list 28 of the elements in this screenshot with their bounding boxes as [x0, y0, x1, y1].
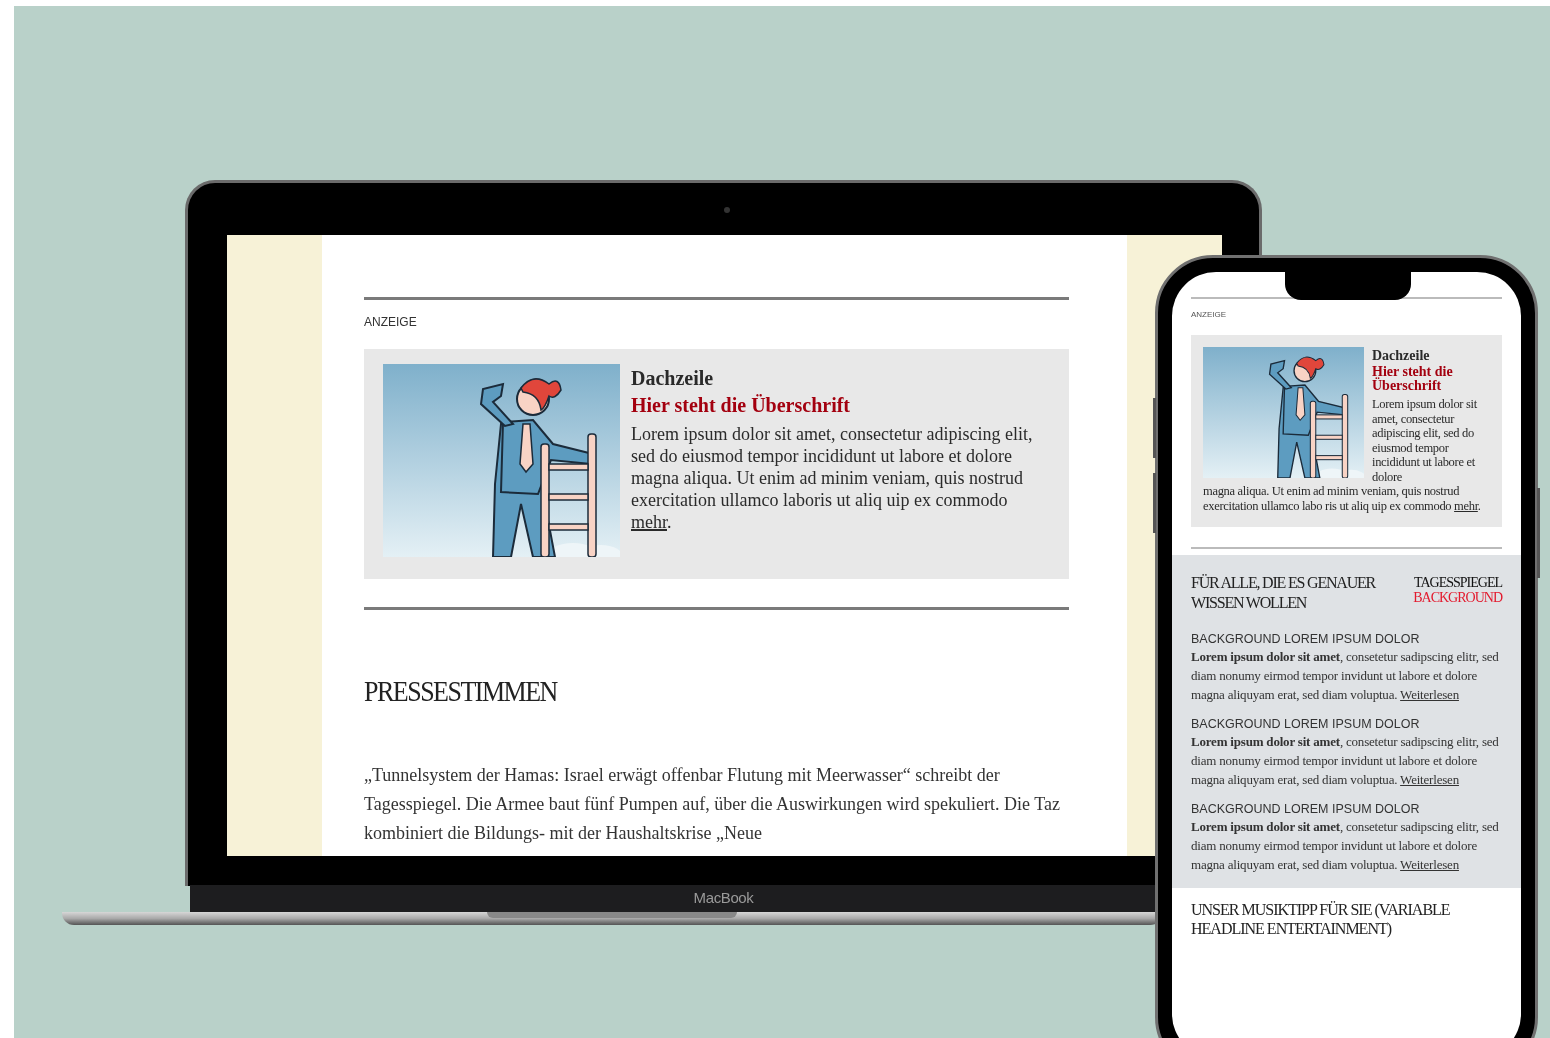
laptop-brand: MacBook [693, 888, 754, 909]
teaser-label: BACKGROUND LOREM IPSUM DOLOR [1191, 631, 1421, 647]
read-more-link[interactable]: Weiterlesen [1400, 772, 1459, 787]
press-text: „Tunnelsystem der Hamas: Israel erwägt offenbar Flutung mit Meerwasser“ schreibt der Tagesspiegel. Die Armee baut fünf Pumpen auf, über die Auswirkungen wird spekuliert. Die Taz kombiniert die Bildungs- mit der Haushaltskrise „Neue [364, 764, 1061, 845]
read-more-link[interactable]: Weiterlesen [1400, 687, 1459, 702]
teaser-label: BACKGROUND LOREM IPSUM DOLOR [1191, 801, 1421, 817]
section-heading: PRESSESTIMMEN [364, 674, 559, 710]
teaser-label: BACKGROUND LOREM IPSUM DOLOR [1191, 716, 1421, 732]
more-link[interactable]: mehr [631, 512, 667, 532]
teaser-heading: FÜR ALLE, DIE ES GENAUER WISSEN WOLLEN [1191, 573, 1377, 613]
ad-headline: Hier steht die Überschrift [1372, 365, 1454, 393]
more-link[interactable]: mehr [1454, 498, 1478, 513]
teaser-text: Lorem ipsum dolor sit amet, consetetur sadipscing elitr, sed diam nonumy eirmod tempor invidunt ut labore et dolore magna aliquyam erat, sed diam voluptua. Weiterlesen [1191, 733, 1500, 789]
ad-kicker: Dachzeile [631, 366, 715, 391]
ad-text: magna aliqua. Ut enim ad minim veniam, quis nostrud exercitation ullamco labo ris ut aliq uip ex commodo mehr. [1203, 484, 1482, 513]
camera-icon [724, 207, 730, 213]
logo-bottom: BACKGROUND [1413, 590, 1502, 605]
teaser-text: Lorem ipsum dolor sit amet, consetetur sadipscing elitr, sed diam nonumy eirmod tempor invidunt ut labore et dolore magna aliquyam erat, sed diam voluptua. Weiterlesen [1191, 818, 1500, 874]
ad-text: Lorem ipsum dolor sit amet, consectetur adipiscing elit, sed do eiusmod tempor incididunt ut labore et dolore [1372, 397, 1478, 484]
ad-text: Lorem ipsum dolor sit amet, consectetur adipiscing elit, sed do eiusmod tempor incididunt ut labore et dolore magna aliqua. Ut enim ad minim veniam, quis nostrud exercitation ullamco laboris ut aliq uip ex commodo mehr. [631, 423, 1034, 533]
ad-kicker: Dachzeile [1372, 347, 1431, 365]
teaser-text: Lorem ipsum dolor sit amet, consetetur sadipscing elitr, sed diam nonumy eirmod tempor invidunt ut labore et dolore magna aliquyam erat, sed diam voluptua. Weiterlesen [1191, 648, 1500, 704]
read-more-link[interactable]: Weiterlesen [1400, 857, 1459, 872]
ad-headline: Hier steht die Überschrift [631, 393, 852, 418]
music-heading: UNSER MUSIKTIPP FÜR SIE (VARIABLE HEADLINE ENTERTAINMENT) [1190, 900, 1451, 938]
ad-label: ANZEIGE [364, 314, 418, 331]
logo-top: TAGESSPIEGEL [1414, 575, 1502, 590]
ad-label: ANZEIGE [1191, 309, 1228, 321]
